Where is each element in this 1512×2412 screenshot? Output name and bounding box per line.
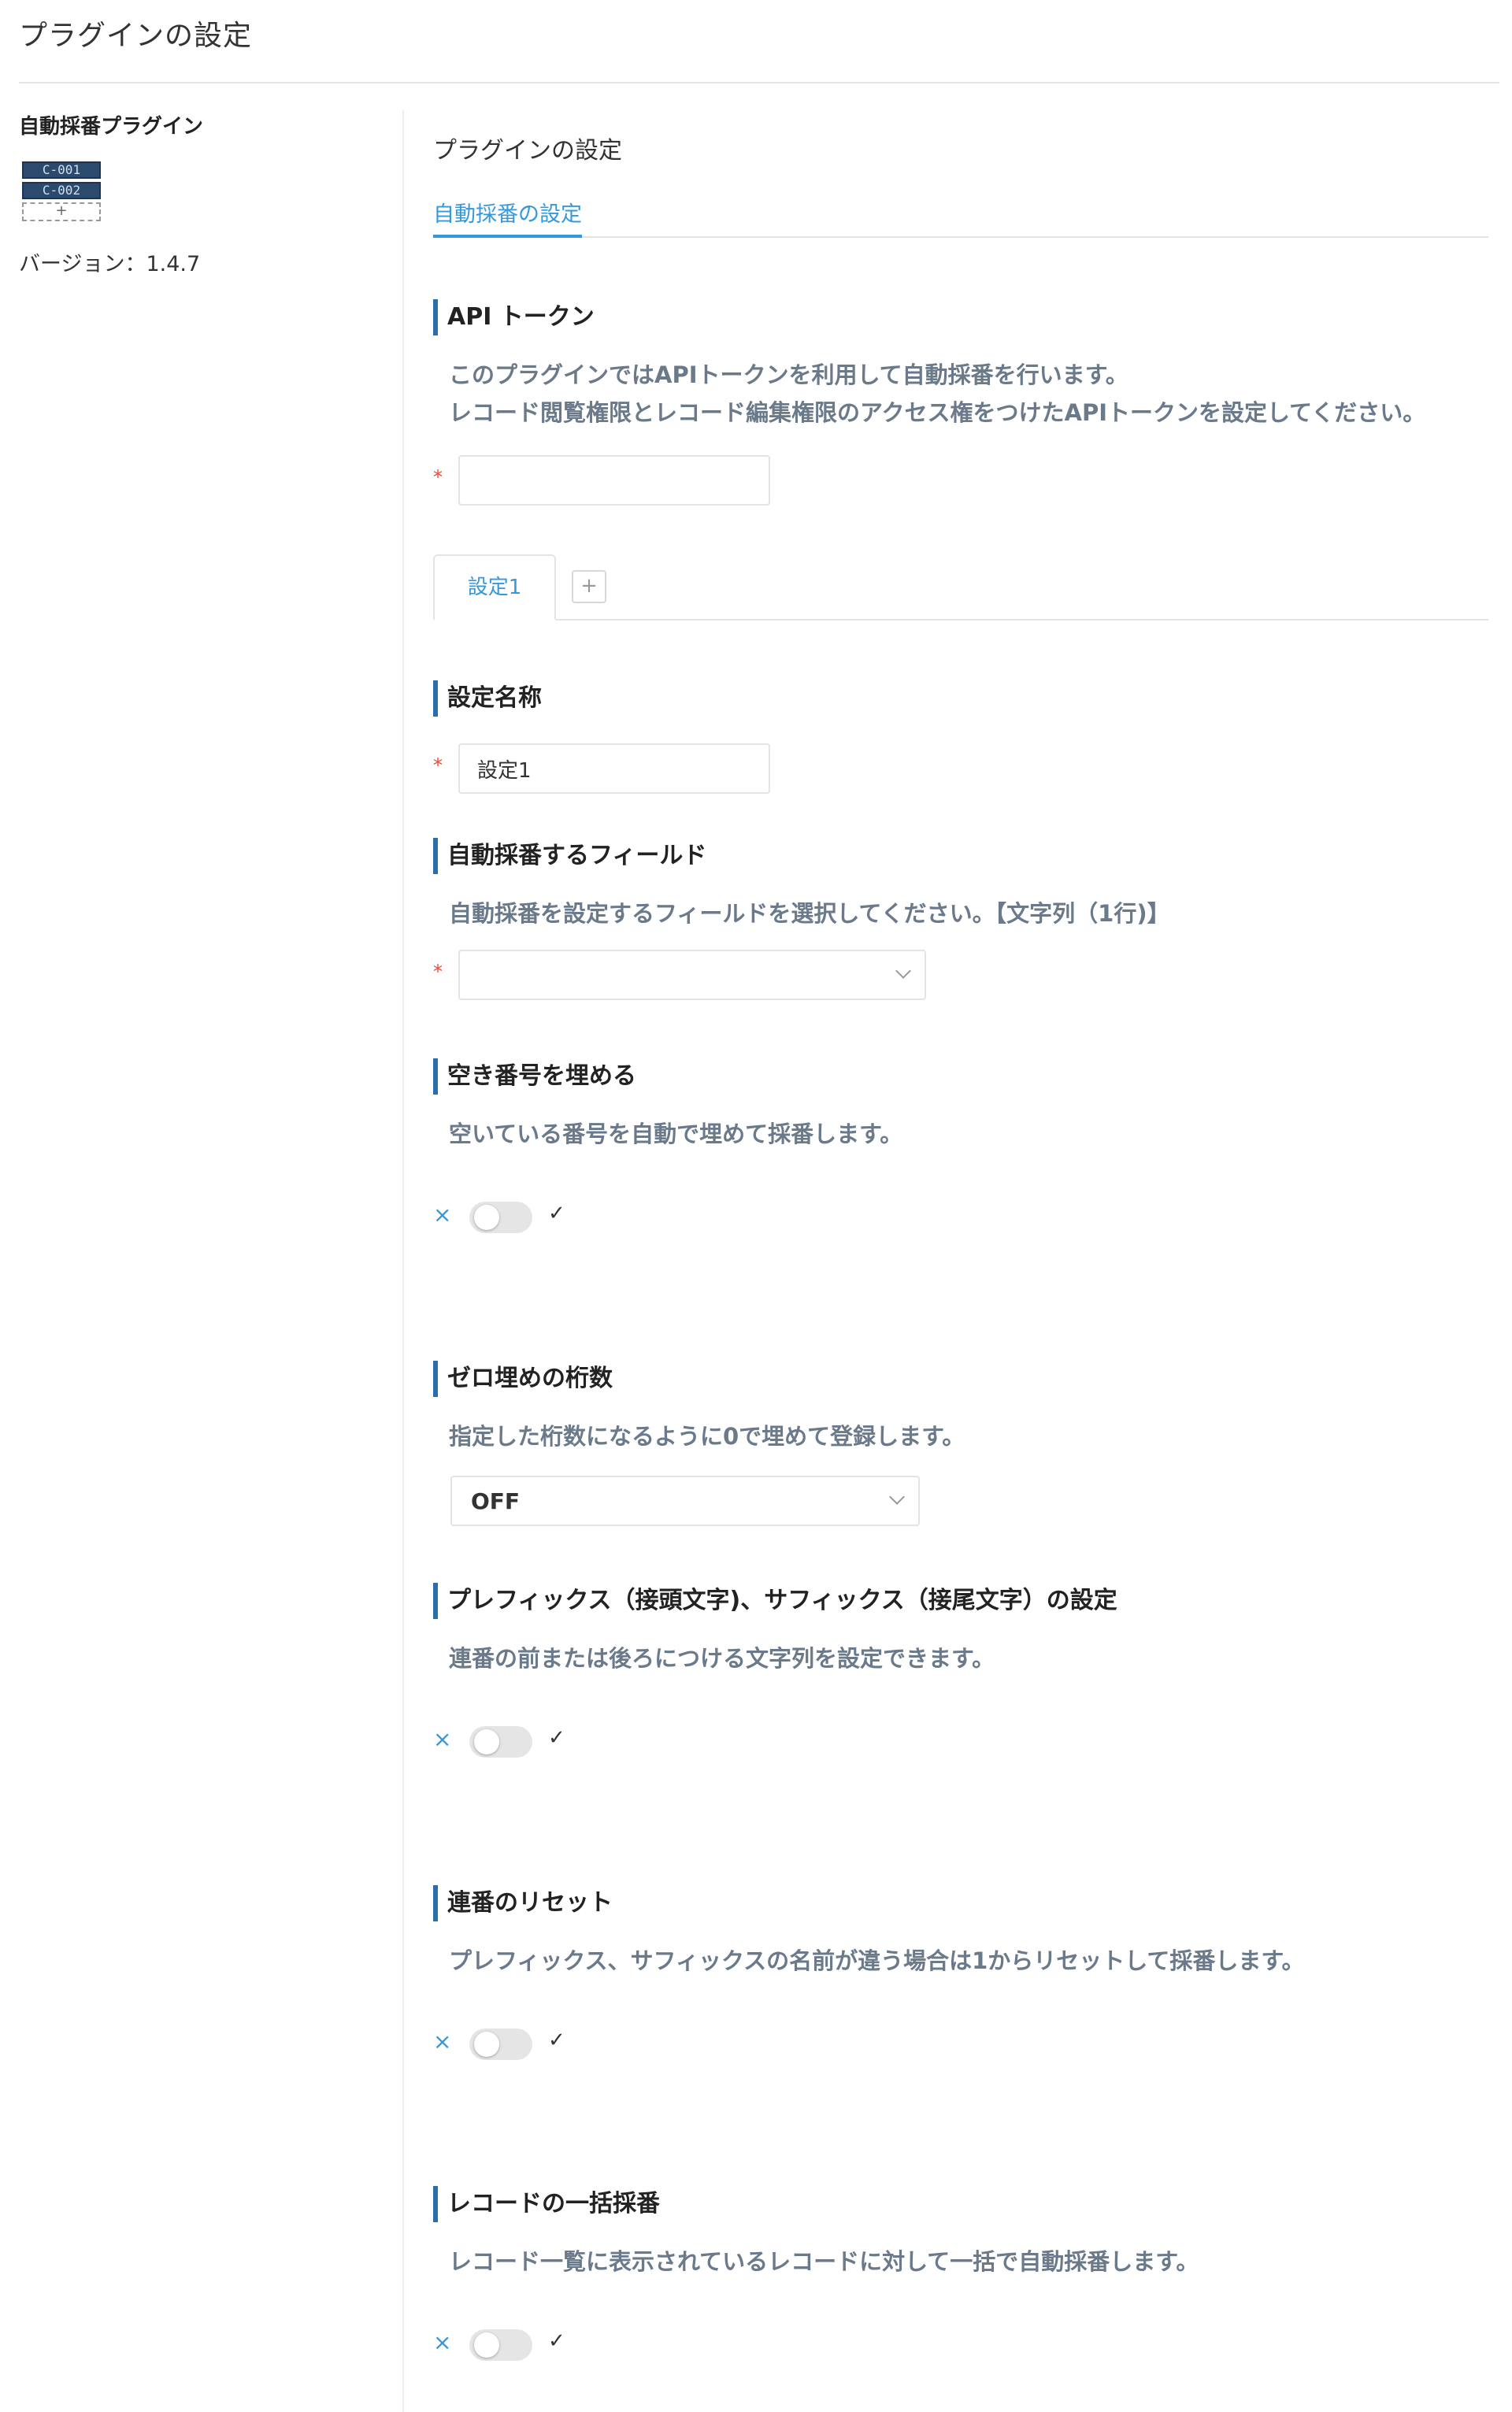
fill-gaps-title: 空き番号を埋める (433, 1058, 1488, 1095)
api-token-title: API トークン (433, 299, 1488, 335)
setting-name-field-row: * (433, 743, 1488, 794)
zero-padding-section: ゼロ埋めの桁数 指定した桁数になるように0で埋めて登録します。 OFF (433, 1361, 1488, 1526)
zero-padding-title: ゼロ埋めの桁数 (433, 1361, 1488, 1397)
prefix-suffix-title: プレフィックス（接頭文字)、サフィックス（接尾文字）の設定 (433, 1583, 1488, 1619)
api-token-desc-line1: このプラグインではAPIトークンを利用して自動採番を行います。 (449, 361, 1128, 388)
toggle-on-icon: ✓ (548, 2329, 565, 2353)
plugin-name: 自動採番プラグイン (19, 115, 204, 139)
target-field-select[interactable] (458, 950, 926, 1000)
toggle-knob (474, 2032, 499, 2057)
bulk-numbering-title: レコードの一括採番 (433, 2186, 1488, 2222)
api-token-desc-line2: レコード閲覧権限とレコード編集権限のアクセス権をつけたAPIトークンを設定してく… (449, 399, 1426, 426)
logo-add-box: + (22, 202, 101, 221)
toggle-knob (474, 2332, 499, 2358)
add-setting-button[interactable]: + (572, 570, 606, 603)
reset-toggle-row: × ✓ (433, 2027, 1488, 2062)
page-title: プラグインの設定 (19, 20, 253, 52)
bulk-numbering-section: レコードの一括採番 レコード一覧に表示されているレコードに対して一括で自動採番し… (433, 2186, 1488, 2362)
zero-padding-selected-value: OFF (471, 1488, 521, 1514)
bulk-numbering-toggle-row: × ✓ (433, 2328, 1488, 2362)
reset-section: 連番のリセット プレフィックス、サフィックスの名前が違う場合は1からリセットして… (433, 1885, 1488, 2062)
fill-gaps-section: 空き番号を埋める 空いている番号を自動で埋めて採番します。 × ✓ (433, 1058, 1488, 1235)
setting-tabs: 設定1 + (433, 554, 1488, 621)
fill-gaps-description: 空いている番号を自動で埋めて採番します。 (449, 1121, 903, 1147)
api-token-section: API トークン このプラグインではAPIトークンを利用して自動採番を行います。… (433, 299, 1488, 506)
target-field-section: 自動採番するフィールド 自動採番を設定するフィールドを選択してください。【文字列… (433, 838, 1488, 1000)
toggle-off-icon: × (433, 1726, 452, 1752)
vertical-divider (402, 110, 404, 2412)
settings-tabbar: 自動採番の設定 (433, 197, 1488, 238)
plugin-version: バージョン：1.4.7 (19, 252, 201, 276)
reset-title: 連番のリセット (433, 1885, 1488, 1921)
api-token-input[interactable] (458, 455, 770, 506)
toggle-knob (474, 1729, 499, 1754)
plugin-logo: C-001 C-002 + (19, 161, 101, 226)
logo-number-box-1: C-001 (22, 161, 101, 179)
setting-name-title: 設定名称 (433, 680, 1488, 717)
toggle-off-icon: × (433, 2029, 452, 2054)
settings-heading: プラグインの設定 (433, 137, 622, 165)
toggle-knob (474, 1205, 499, 1230)
page-header: プラグインの設定 (19, 13, 1499, 83)
chevron-down-icon (895, 963, 911, 979)
prefix-suffix-toggle-row: × ✓ (433, 1725, 1488, 1759)
tab-setting-1[interactable]: 設定1 (433, 554, 556, 621)
target-field-title: 自動採番するフィールド (433, 838, 1488, 874)
reset-description: プレフィックス、サフィックスの名前が違う場合は1からリセットして採番します。 (449, 1947, 1305, 1974)
toggle-on-icon: ✓ (548, 2029, 565, 2052)
setting-name-section: 設定名称 * (433, 680, 1488, 794)
api-token-field-row: * (433, 455, 1488, 506)
zero-padding-description: 指定した桁数になるように0で埋めて登録します。 (449, 1423, 965, 1450)
required-mark: * (433, 466, 443, 488)
plugin-info-sidebar: 自動採番プラグイン C-001 C-002 + バージョン：1.4.7 (19, 110, 397, 277)
toggle-off-icon: × (433, 2329, 452, 2355)
toggle-on-icon: ✓ (548, 1726, 565, 1750)
toggle-on-icon: ✓ (548, 1202, 565, 1225)
api-token-description: このプラグインではAPIトークンを利用して自動採番を行います。 レコード閲覧権限… (449, 356, 1488, 432)
prefix-suffix-section: プレフィックス（接頭文字)、サフィックス（接尾文字）の設定 連番の前または後ろに… (433, 1583, 1488, 1759)
setting-name-input[interactable] (458, 743, 770, 794)
required-mark: * (433, 754, 443, 776)
logo-number-box-2: C-002 (22, 182, 101, 199)
bulk-numbering-description: レコード一覧に表示されているレコードに対して一括で自動採番します。 (449, 2248, 1199, 2275)
zero-padding-select[interactable]: OFF (450, 1476, 920, 1526)
target-field-description: 自動採番を設定するフィールドを選択してください。【文字列（1行)】 (449, 900, 1170, 927)
tab-auto-numbering[interactable]: 自動採番の設定 (433, 197, 582, 238)
required-mark: * (433, 961, 443, 983)
toggle-off-icon: × (433, 1202, 452, 1228)
fill-gaps-toggle-row: × ✓ (433, 1200, 1488, 1235)
chevron-down-icon (889, 1489, 905, 1505)
target-field-row: * (433, 950, 1488, 1000)
prefix-suffix-description: 連番の前または後ろにつける文字列を設定できます。 (449, 1645, 995, 1672)
